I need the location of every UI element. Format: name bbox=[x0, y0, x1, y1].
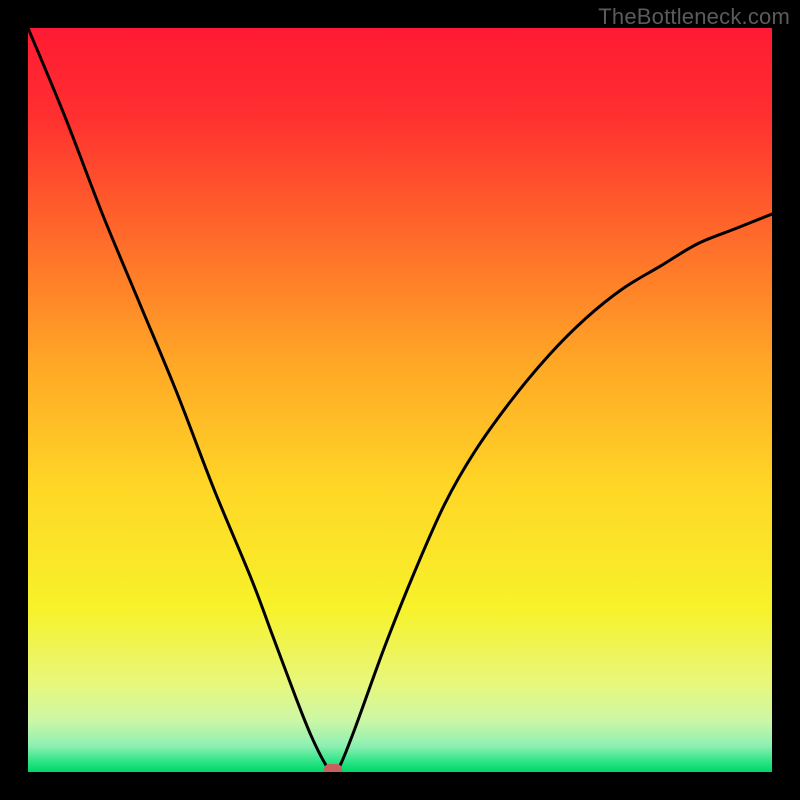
gradient-background bbox=[28, 28, 772, 772]
plot-area bbox=[28, 28, 772, 772]
watermark-text: TheBottleneck.com bbox=[598, 4, 790, 30]
optimal-marker bbox=[324, 764, 342, 772]
chart-frame: TheBottleneck.com bbox=[0, 0, 800, 800]
chart-svg bbox=[28, 28, 772, 772]
